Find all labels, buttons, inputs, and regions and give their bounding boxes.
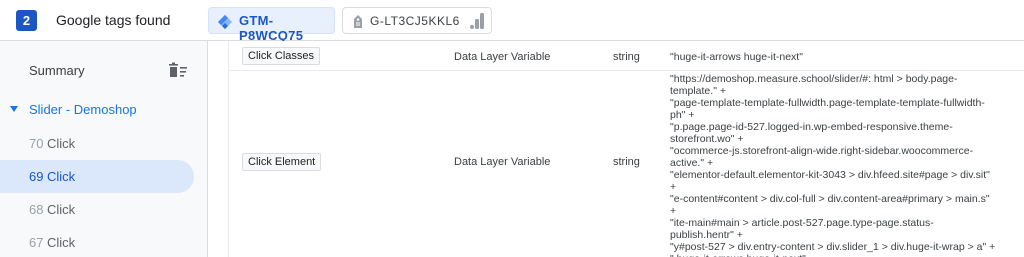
variables-panel: Click Classes Data Layer Variable string… [208,41,1024,257]
caret-down-icon[interactable] [10,105,18,113]
top-bar: 2 Google tags found GTM-P8WCQ75 G-LT3CJ5… [0,0,1024,43]
tag-icon [354,15,362,28]
event-number: 70 [29,136,44,151]
clear-list-icon[interactable] [168,62,188,78]
event-name: Click [47,136,76,151]
summary-item[interactable]: Summary [29,63,85,78]
tags-found-label: Google tags found [56,12,171,28]
analytics-bars-icon [470,13,484,29]
event-number: 67 [29,235,44,250]
gtm-container-id: GTM-P8WCQ75 [239,13,304,43]
event-number: 68 [29,202,44,217]
gtm-container-tab[interactable]: GTM-P8WCQ75 [208,7,335,43]
table-row: Click Classes Data Layer Variable string… [229,41,1024,71]
variable-value: "https://demoshop.measure.school/slider/… [670,73,996,257]
event-name: Click [47,235,76,250]
variables-table: Click Classes Data Layer Variable string… [228,41,1024,257]
event-sidebar: Summary Slider - Demoshop 70 Click 69 Cl… [0,41,208,257]
table-row: Click Element Data Layer Variable string… [229,71,1024,257]
event-name: Click [47,202,76,217]
event-item-68[interactable]: 68 Click [0,193,194,226]
ga-property-tab[interactable]: G-LT3CJ5KKL6 [342,7,492,34]
variable-type: Data Layer Variable [454,51,551,63]
variable-data-type: string [613,51,640,63]
page-item-slider-demoshop[interactable]: Slider - Demoshop [29,102,137,117]
variable-type: Data Layer Variable [454,156,551,168]
variable-name-chip: Click Classes [242,47,321,65]
event-item-70[interactable]: 70 Click [0,127,194,160]
tags-count-badge: 2 [16,10,37,31]
event-number: 69 [29,169,44,184]
event-name: Click [47,169,76,184]
variable-name-chip: Click Element [242,153,322,171]
event-item-67[interactable]: 67 Click [0,226,194,257]
variable-value: "huge-it-arrows huge-it-next" [670,51,803,63]
event-item-69[interactable]: 69 Click [0,160,194,193]
ga-property-id: G-LT3CJ5KKL6 [370,14,460,28]
gtm-logo-icon [218,15,232,29]
variable-data-type: string [613,156,640,168]
